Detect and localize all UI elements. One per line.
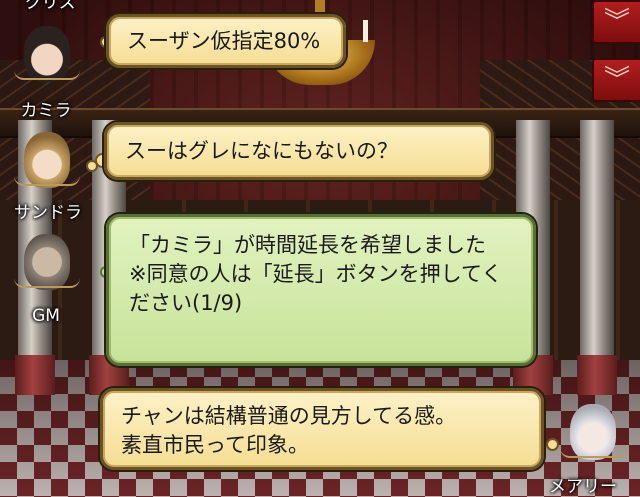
message-bubble: スーザン仮指定80% bbox=[106, 14, 346, 68]
ornament bbox=[14, 278, 80, 288]
double-chevron-down-icon: ︾ bbox=[603, 65, 630, 95]
ornament bbox=[560, 448, 626, 458]
pillar bbox=[580, 120, 614, 380]
avatar-name: サンドラ bbox=[14, 203, 82, 223]
avatar-name: クリス bbox=[24, 0, 76, 13]
avatar-name: カミラ bbox=[20, 101, 72, 121]
ornament bbox=[14, 176, 80, 186]
avatar-name: GM bbox=[32, 306, 60, 326]
message-bubble: スーはグレになにもないの？ bbox=[104, 122, 494, 180]
avatar-mary[interactable]: メアリー bbox=[549, 396, 628, 497]
avatar-name: メアリー bbox=[549, 477, 617, 497]
pillar-base bbox=[577, 355, 617, 395]
avatar-camilla[interactable]: カミラ bbox=[12, 18, 82, 121]
scroll-up-button[interactable]: ︾ bbox=[592, 0, 640, 44]
double-chevron-down-icon: ︾ bbox=[603, 7, 630, 37]
scroll-down-button[interactable]: ︾ bbox=[592, 58, 640, 102]
pillar-base bbox=[15, 355, 55, 395]
bubble-tail bbox=[546, 438, 559, 451]
avatar-gm[interactable]: GM bbox=[12, 226, 82, 326]
avatar-sandra[interactable]: サンドラ bbox=[12, 124, 82, 223]
system-message-bubble: 「カミラ」が時間延長を希望しました ※同意の人は「延長」ボタンを押してください(… bbox=[106, 214, 536, 366]
message-bubble: チャンは結構普通の見方してる感。 素直市民って印象。 bbox=[100, 388, 544, 470]
ornament bbox=[14, 70, 80, 80]
